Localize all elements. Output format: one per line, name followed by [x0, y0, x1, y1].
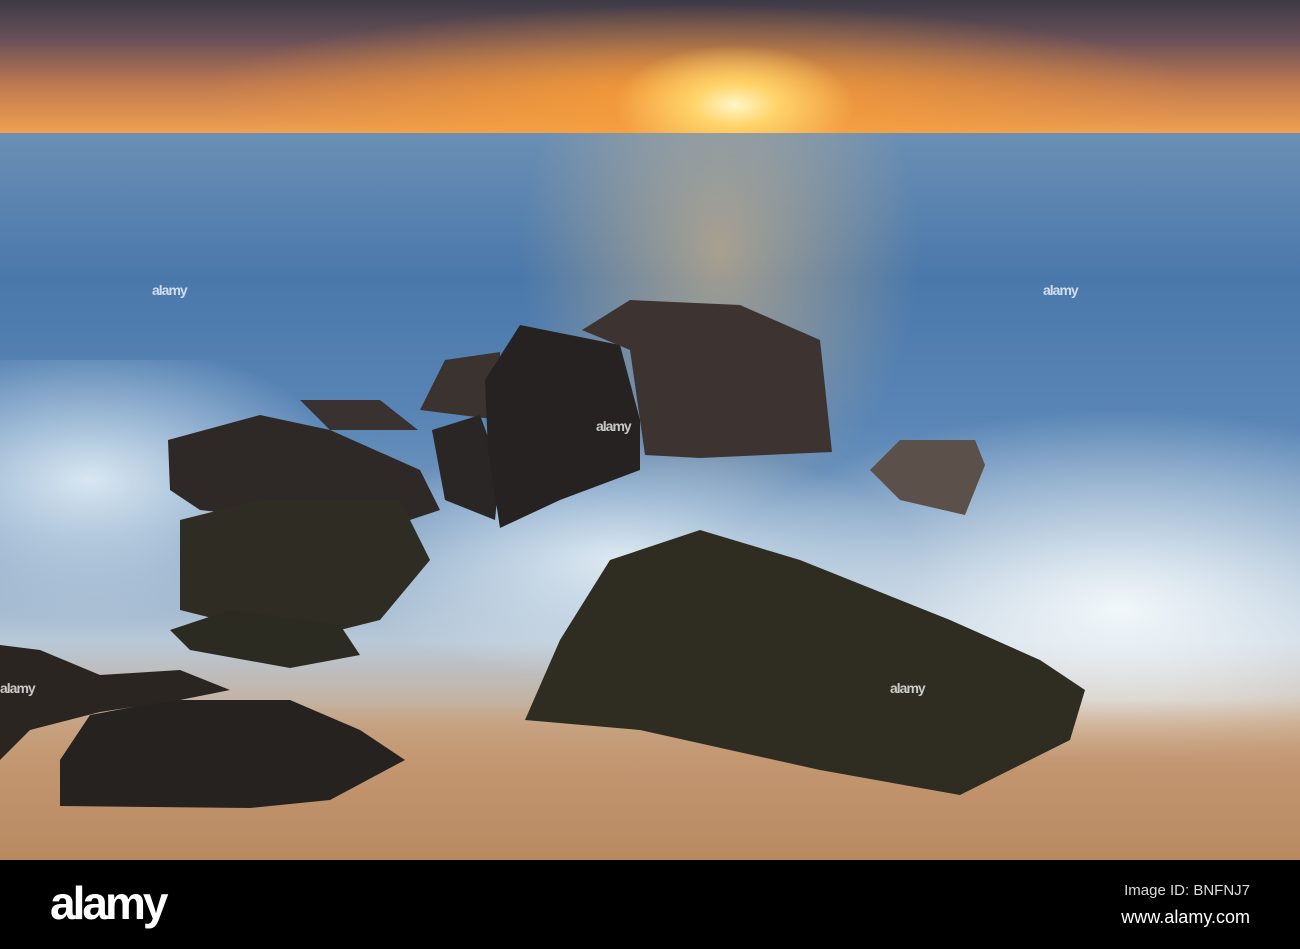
rock: [525, 530, 1085, 795]
watermark: alamy: [890, 680, 926, 696]
rock: [870, 440, 985, 515]
watermark: alamy: [152, 282, 188, 298]
rocks: [0, 300, 1085, 808]
rock: [300, 400, 418, 430]
watermark: alamy: [0, 680, 36, 696]
image-id: Image ID: BNFNJ7: [1124, 882, 1250, 899]
alamy-logo: alamy: [50, 877, 168, 929]
watermark: alamy: [596, 418, 632, 434]
website-link[interactable]: www.alamy.com: [1121, 907, 1250, 928]
rock: [60, 700, 405, 808]
watermark: alamy: [1043, 282, 1079, 298]
stock-photo: alamy alamy alamy alamy alamy: [0, 0, 1300, 860]
footer-bar: alamy Image ID: BNFNJ7 www.alamy.com: [0, 860, 1300, 949]
